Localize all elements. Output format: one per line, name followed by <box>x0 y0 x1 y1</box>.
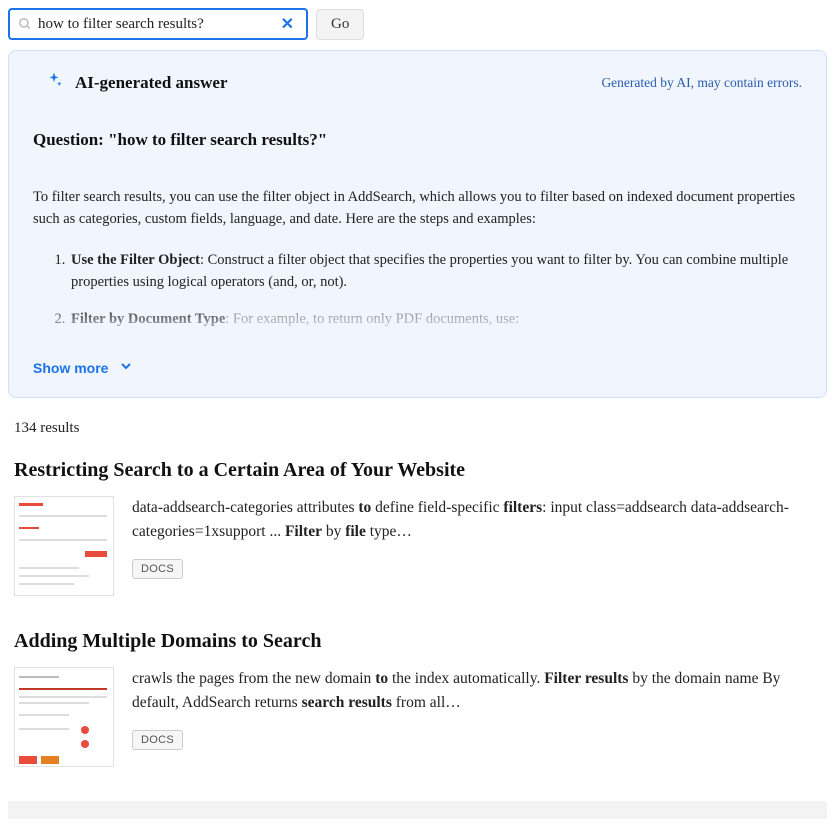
result-thumbnail[interactable] <box>14 667 114 767</box>
search-box[interactable]: ✕ <box>8 8 308 40</box>
result-title[interactable]: Restricting Search to a Certain Area of … <box>14 459 821 482</box>
result-snippet: data-addsearch-categories attributes to … <box>132 496 821 543</box>
clear-icon[interactable]: ✕ <box>277 14 298 34</box>
chevron-down-icon <box>118 358 134 377</box>
ai-step: Filter by Document Type: For example, to… <box>69 308 802 330</box>
results-count: 134 results <box>14 420 827 437</box>
result-tag[interactable]: DOCS <box>132 559 183 579</box>
ai-answer-panel: AI-generated answer Generated by AI, may… <box>8 50 827 398</box>
result-thumbnail[interactable] <box>14 496 114 596</box>
ai-title: AI-generated answer <box>75 73 228 93</box>
result-tag[interactable]: DOCS <box>132 730 183 750</box>
ai-header: AI-generated answer Generated by AI, may… <box>33 71 802 94</box>
ai-question: Question: "how to filter search results?… <box>33 130 802 150</box>
footer-strip <box>8 801 827 819</box>
ai-steps-list: Use the Filter Object: Construct a filte… <box>33 249 802 330</box>
ai-header-left: AI-generated answer <box>45 71 228 94</box>
sparkle-icon <box>45 71 63 94</box>
ai-disclaimer: Generated by AI, may contain errors. <box>601 75 802 91</box>
search-result: Restricting Search to a Certain Area of … <box>8 459 827 596</box>
ai-step: Use the Filter Object: Construct a filte… <box>69 249 802 294</box>
search-input[interactable] <box>38 16 277 33</box>
search-result: Adding Multiple Domains to Search crawls… <box>8 630 827 767</box>
search-icon <box>18 17 32 31</box>
go-button[interactable]: Go <box>316 9 364 40</box>
search-row: ✕ Go <box>8 8 827 40</box>
result-snippet: crawls the pages from the new domain to … <box>132 667 821 714</box>
result-title[interactable]: Adding Multiple Domains to Search <box>14 630 821 653</box>
ai-intro-text: To filter search results, you can use th… <box>33 186 802 231</box>
show-more-button[interactable]: Show more <box>33 358 802 377</box>
